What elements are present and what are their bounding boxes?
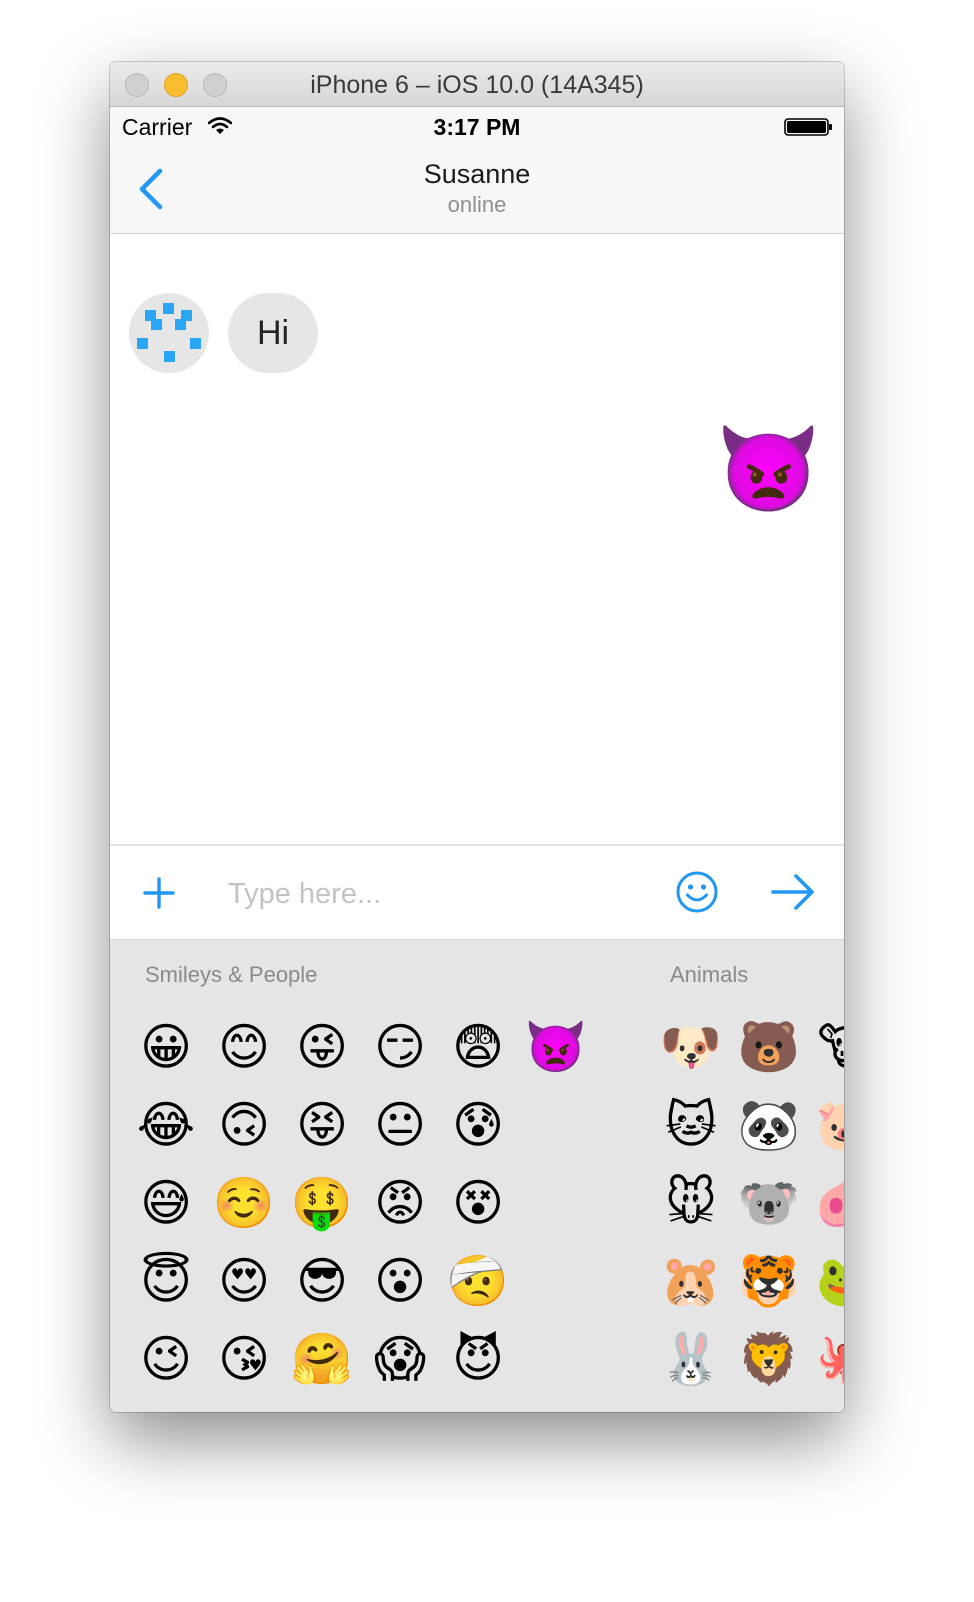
phone-screen: Carrier 3:17 PM Susanne online Hi 👿 Type…: [110, 107, 844, 1412]
emoji-key[interactable]: 🐽: [808, 1164, 844, 1242]
emoji-key[interactable]: 😀: [127, 1008, 205, 1086]
emoji-key[interactable]: 🤑: [283, 1164, 361, 1242]
status-time: 3:17 PM: [433, 114, 521, 140]
emoji-key[interactable]: 🐹: [652, 1242, 730, 1320]
status-bar: Carrier 3:17 PM: [110, 107, 844, 147]
message-list[interactable]: Hi 👿: [110, 234, 844, 844]
contact-status: online: [447, 192, 507, 217]
emoji-key[interactable]: 👿: [517, 1008, 595, 1086]
emoji-key[interactable]: 🐱: [652, 1086, 730, 1164]
contact-name: Susanne: [423, 159, 531, 189]
emoji-key[interactable]: 😮: [361, 1242, 439, 1320]
outgoing-emoji-message[interactable]: 👿: [716, 419, 821, 519]
identicon-icon: [137, 303, 201, 362]
window-titlebar: iPhone 6 – iOS 10.0 (14A345): [110, 62, 844, 107]
battery-icon: [784, 118, 832, 136]
emoji-key[interactable]: 🐰: [652, 1320, 730, 1398]
emoji-key[interactable]: 🤕: [439, 1242, 517, 1320]
emoji-key[interactable]: 😅: [127, 1164, 205, 1242]
smileys-section-label: Smileys & People: [145, 962, 318, 987]
emoji-key[interactable]: 😰: [439, 1086, 517, 1164]
emoji-key[interactable]: 🐷: [808, 1086, 844, 1164]
emoji-key[interactable]: 😘: [205, 1320, 283, 1398]
send-arrow-icon[interactable]: [770, 872, 816, 912]
emoji-key[interactable]: 😡: [361, 1164, 439, 1242]
emoji-key[interactable]: 🐯: [730, 1242, 808, 1320]
emoji-key[interactable]: 😵: [439, 1164, 517, 1242]
emoji-key[interactable]: 😏: [361, 1008, 439, 1086]
emoji-key[interactable]: 😎: [283, 1242, 361, 1320]
emoji-key[interactable]: 😝: [283, 1086, 361, 1164]
window-title: iPhone 6 – iOS 10.0 (14A345): [310, 71, 644, 99]
plus-icon[interactable]: [142, 876, 176, 910]
emoji-key[interactable]: 🙃: [205, 1086, 283, 1164]
emoji-keyboard[interactable]: Smileys & People Animals 😀 😂 😅 😇 😉 😊 🙃 ☺️ 😍 😘 😜 😝 🤑 😎…: [110, 940, 844, 1412]
animals-section-label: Animals: [670, 962, 749, 987]
emoji-key[interactable]: 😐: [361, 1086, 439, 1164]
emoji-key[interactable]: 🐶: [652, 1008, 730, 1086]
emoji-key[interactable]: 😨: [439, 1008, 517, 1086]
navigation-bar: Susanne online: [110, 147, 844, 234]
avatar[interactable]: [129, 293, 209, 373]
emoji-key[interactable]: 🐨: [730, 1164, 808, 1242]
emoji-key[interactable]: 😉: [127, 1320, 205, 1398]
emoji-key[interactable]: 😇: [127, 1242, 205, 1320]
emoji-key[interactable]: 🦁: [730, 1320, 808, 1398]
emoji-key[interactable]: 😍: [205, 1242, 283, 1320]
emoji-key[interactable]: 🐙: [808, 1320, 844, 1398]
simulator-window: iPhone 6 – iOS 10.0 (14A345) Carrier 3:1…: [110, 62, 844, 1412]
emoji-key[interactable]: 😊: [205, 1008, 283, 1086]
emoji-key[interactable]: 🤗: [283, 1320, 361, 1398]
message-input[interactable]: [226, 868, 650, 920]
emoji-key[interactable]: ☺️: [205, 1164, 283, 1242]
emoji-key[interactable]: 😜: [283, 1008, 361, 1086]
emoji-key[interactable]: 🐭: [652, 1164, 730, 1242]
incoming-message-bubble[interactable]: Hi: [228, 293, 318, 373]
emoji-key[interactable]: 🐼: [730, 1086, 808, 1164]
smiley-icon[interactable]: [675, 870, 719, 914]
emoji-key[interactable]: 😂: [127, 1086, 205, 1164]
emoji-key[interactable]: 😱: [361, 1320, 439, 1398]
emoji-key[interactable]: 🐸: [808, 1242, 844, 1320]
emoji-key[interactable]: 🐮: [808, 1008, 844, 1086]
emoji-key[interactable]: 🐻: [730, 1008, 808, 1086]
composer-bar: [110, 844, 844, 940]
emoji-key[interactable]: 😈: [439, 1320, 517, 1398]
